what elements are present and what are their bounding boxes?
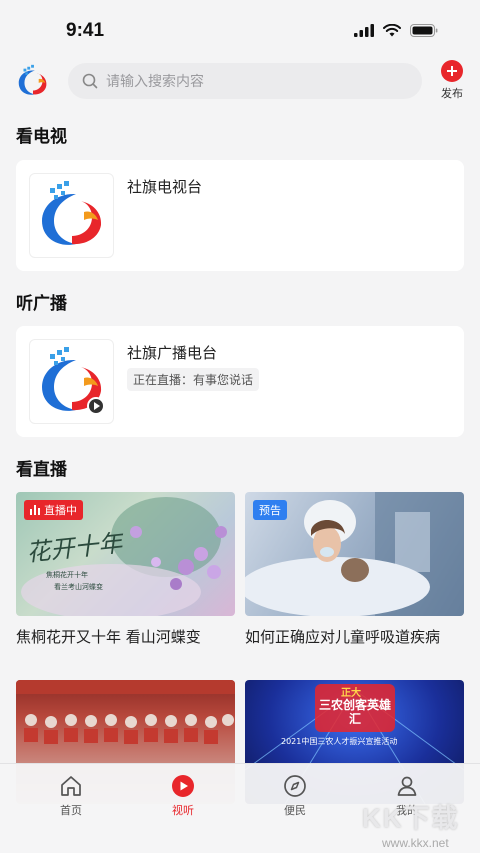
section-title-radio: 听广播 xyxy=(16,294,67,314)
signal-icon xyxy=(354,24,374,37)
radio-channel-card[interactable]: 社旗广播电台 正在直播：有事您说话 xyxy=(16,326,464,437)
watermark-text: KK下载 xyxy=(362,803,460,833)
watermark-url: www.kkx.net xyxy=(382,836,449,850)
live-item-title: 焦桐花开又十年 看山河蝶变 xyxy=(16,628,201,646)
search-input[interactable]: 请输入搜索内容 xyxy=(68,63,422,99)
home-icon xyxy=(61,776,81,796)
app-logo[interactable] xyxy=(14,62,52,100)
play-icon xyxy=(87,397,105,415)
battery-icon xyxy=(410,24,438,37)
poster-sub2: 看兰考山河蝶变 xyxy=(54,583,103,591)
live-bars-icon xyxy=(30,505,40,515)
poster-subtitle: 2021中国三农人才振兴宣推活动 xyxy=(281,737,398,746)
watermark: KK下载 www.kkx.net xyxy=(362,798,474,852)
search-placeholder: 请输入搜索内容 xyxy=(106,74,204,90)
tab-label: 视听 xyxy=(172,804,194,817)
tv-channel-card[interactable]: 社旗电视台 xyxy=(16,160,464,271)
status-bar: 9:41 xyxy=(0,0,480,58)
poster-sub1: 焦桐花开十年 xyxy=(46,571,88,579)
tab-label: 首页 xyxy=(60,804,82,817)
live-item[interactable]: 花开十年 焦桐花开十年 看兰考山河蝶变 直播中 焦桐花开又十年 看山河蝶变 xyxy=(16,492,235,647)
tv-channel-name: 社旗电视台 xyxy=(127,178,203,196)
preview-badge: 预告 xyxy=(253,500,287,520)
live-thumbnail: 预告 xyxy=(245,492,464,616)
radio-channel-name: 社旗广播电台 xyxy=(127,344,218,362)
section-title-tv: 看电视 xyxy=(16,127,67,147)
live-thumbnail: 花开十年 焦桐花开十年 看兰考山河蝶变 直播中 xyxy=(16,492,235,616)
status-icons xyxy=(354,24,438,37)
radio-channel-logo xyxy=(29,339,114,424)
live-item[interactable]: 预告 如何正确应对儿童呼吸道疾病 xyxy=(245,492,464,647)
tab-services[interactable]: 便民 xyxy=(255,774,335,818)
play-icon xyxy=(172,775,194,797)
compass-icon xyxy=(284,775,306,797)
tv-channel-logo xyxy=(29,173,114,258)
status-time: 9:41 xyxy=(66,20,105,41)
header: 请输入搜索内容 发布 xyxy=(0,58,480,106)
search-icon xyxy=(82,73,98,89)
tab-home[interactable]: 首页 xyxy=(31,774,111,818)
tab-media[interactable]: 视听 xyxy=(143,774,223,818)
wifi-icon xyxy=(383,24,401,37)
live-item-title: 如何正确应对儿童呼吸道疾病 xyxy=(245,628,441,646)
user-icon xyxy=(397,776,417,796)
now-playing-tag: 正在直播：有事您说话 xyxy=(127,368,260,391)
publish-label: 发布 xyxy=(441,87,463,100)
plus-icon xyxy=(441,60,463,82)
poster-title: 三农创客英雄汇 xyxy=(319,698,392,726)
publish-button[interactable]: 发布 xyxy=(436,58,468,102)
poster-top: 正大 xyxy=(341,688,361,699)
section-title-live: 看直播 xyxy=(16,460,67,480)
tab-label: 便民 xyxy=(284,804,306,817)
live-badge: 直播中 xyxy=(24,500,83,520)
